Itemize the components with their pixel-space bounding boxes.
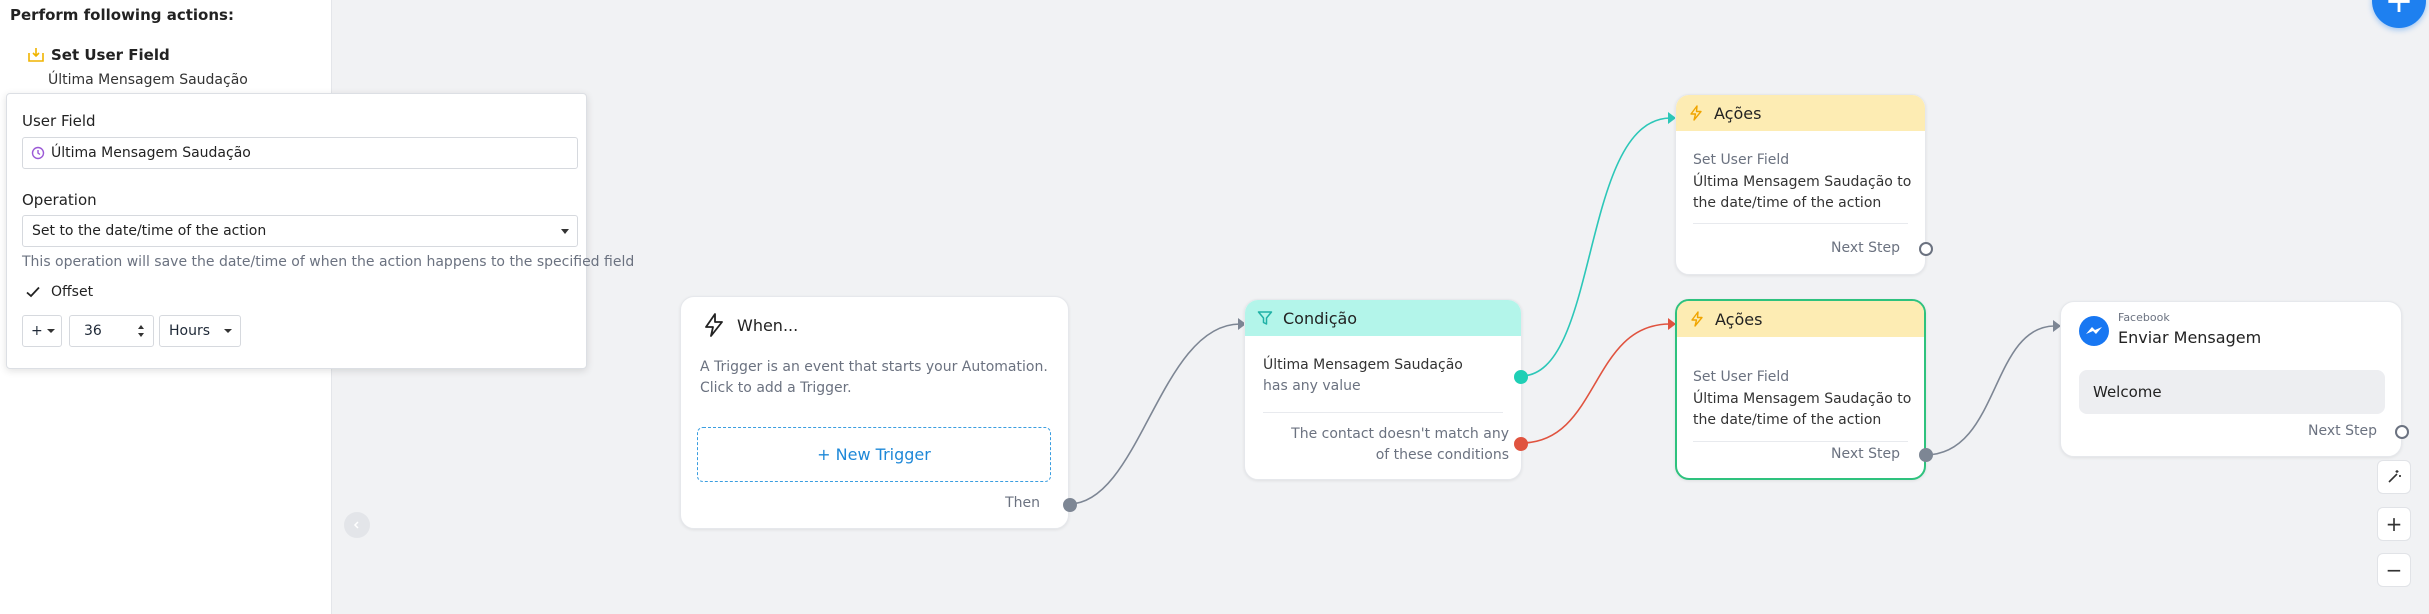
zoom-in-button[interactable]: + — [2377, 507, 2411, 541]
panel-heading: Perform following actions: — [10, 6, 234, 24]
operation-label: Operation — [22, 191, 97, 209]
condition-title: Condição — [1283, 308, 1358, 328]
actions-top-node[interactable]: Ações Set User Field Última Mensagem Sau… — [1675, 94, 1933, 275]
new-trigger-button[interactable]: + New Trigger — [697, 427, 1051, 482]
user-field-value: Última Mensagem Saudação — [51, 145, 251, 161]
user-field-select[interactable]: Última Mensagem Saudação — [22, 137, 578, 169]
actions-top-line2: the date/time of the action — [1693, 195, 1882, 211]
then-label: Then — [1005, 495, 1040, 511]
actions-bottom-next-label: Next Step — [1831, 446, 1900, 462]
offset-amount-stepper[interactable]: 36 — [69, 315, 154, 347]
trigger-node[interactable]: When... A Trigger is an event that start… — [680, 296, 1077, 529]
caret-down-icon — [224, 329, 232, 333]
operation-value: Set to the date/time of the action — [32, 223, 267, 239]
actions-top-divider — [1693, 223, 1908, 224]
offset-label: Offset — [51, 284, 94, 300]
trigger-description-line1: A Trigger is an event that starts your A… — [700, 359, 1048, 375]
offset-checkbox[interactable]: Offset — [25, 284, 93, 300]
action-item-title: Set User Field — [51, 46, 170, 64]
messenger-icon — [2079, 316, 2109, 346]
condition-match-port[interactable] — [1514, 370, 1528, 384]
trigger-output-port[interactable] — [1063, 498, 1077, 512]
user-field-label: User Field — [22, 112, 96, 130]
collapse-panel-button[interactable] — [344, 512, 370, 538]
actions-top-type: Set User Field — [1693, 152, 1790, 168]
offset-sign-select[interactable]: + — [22, 315, 62, 347]
condition-else-line1: The contact doesn't match any — [1291, 426, 1509, 442]
trigger-title: When... — [737, 316, 799, 335]
action-item-subtitle: Última Mensagem Saudação — [48, 72, 248, 88]
actions-top-title: Ações — [1714, 103, 1762, 123]
condition-else-line2: of these conditions — [1375, 447, 1509, 463]
facebook-title: Enviar Mensagem — [2118, 328, 2262, 347]
condition-else-port[interactable] — [1514, 437, 1528, 451]
condition-divider — [1263, 412, 1503, 413]
trigger-description-line2: Click to add a Trigger. — [700, 380, 852, 396]
lightning-icon — [1690, 105, 1702, 121]
offset-sign-value: + — [31, 323, 43, 339]
actions-bottom-line2: the date/time of the action — [1693, 412, 1882, 428]
actions-bottom-next-port[interactable] — [1919, 448, 1933, 462]
actions-bottom-node[interactable]: Ações Set User Field Última Mensagem Sau… — [1675, 299, 1933, 480]
facebook-next-port[interactable] — [2395, 425, 2409, 439]
lightning-icon — [1691, 311, 1703, 327]
actions-bottom-divider — [1693, 441, 1908, 442]
offset-unit-select[interactable]: Hours — [159, 315, 241, 347]
actions-top-next-label: Next Step — [1831, 240, 1900, 256]
actions-top-header: Ações — [1676, 95, 1925, 131]
facebook-next-label: Next Step — [2308, 423, 2377, 439]
lightning-icon — [705, 313, 723, 337]
actions-bottom-header: Ações — [1677, 301, 1924, 337]
condition-header: Condição — [1245, 300, 1521, 336]
operation-select[interactable]: Set to the date/time of the action — [22, 215, 578, 247]
offset-amount-value: 36 — [84, 323, 102, 339]
message-bubble[interactable]: Welcome — [2079, 370, 2385, 414]
set-user-field-editor: User Field Última Mensagem Saudação Oper… — [6, 93, 634, 369]
actions-bottom-type: Set User Field — [1693, 369, 1790, 385]
actions-bottom-title: Ações — [1715, 309, 1763, 329]
checkmark-icon — [26, 286, 40, 298]
operation-hint: This operation will save the date/time o… — [22, 254, 635, 270]
chevron-left-icon — [353, 521, 359, 529]
actions-top-line1: Última Mensagem Saudação to — [1693, 174, 1912, 190]
offset-unit-value: Hours — [169, 323, 211, 339]
auto-layout-button[interactable] — [2377, 460, 2411, 494]
condition-operator: has any value — [1263, 378, 1361, 394]
actions-bottom-line1: Última Mensagem Saudação to — [1693, 391, 1912, 407]
condition-field: Última Mensagem Saudação — [1263, 357, 1463, 373]
filter-icon — [1257, 311, 1273, 325]
actions-top-next-port[interactable] — [1919, 242, 1933, 256]
zoom-out-button[interactable]: − — [2377, 553, 2411, 587]
import-icon — [28, 48, 44, 62]
caret-down-icon — [47, 329, 55, 333]
caret-down-icon — [561, 229, 569, 234]
condition-node[interactable]: Condição Última Mensagem Saudação has an… — [1244, 299, 1528, 480]
clock-icon — [31, 146, 45, 160]
stepper-arrows-icon[interactable] — [137, 323, 145, 339]
magic-wand-icon — [2388, 470, 2401, 483]
facebook-channel: Facebook — [2118, 311, 2170, 324]
facebook-message-node[interactable]: Facebook Enviar Mensagem Welcome Next St… — [2060, 301, 2409, 457]
